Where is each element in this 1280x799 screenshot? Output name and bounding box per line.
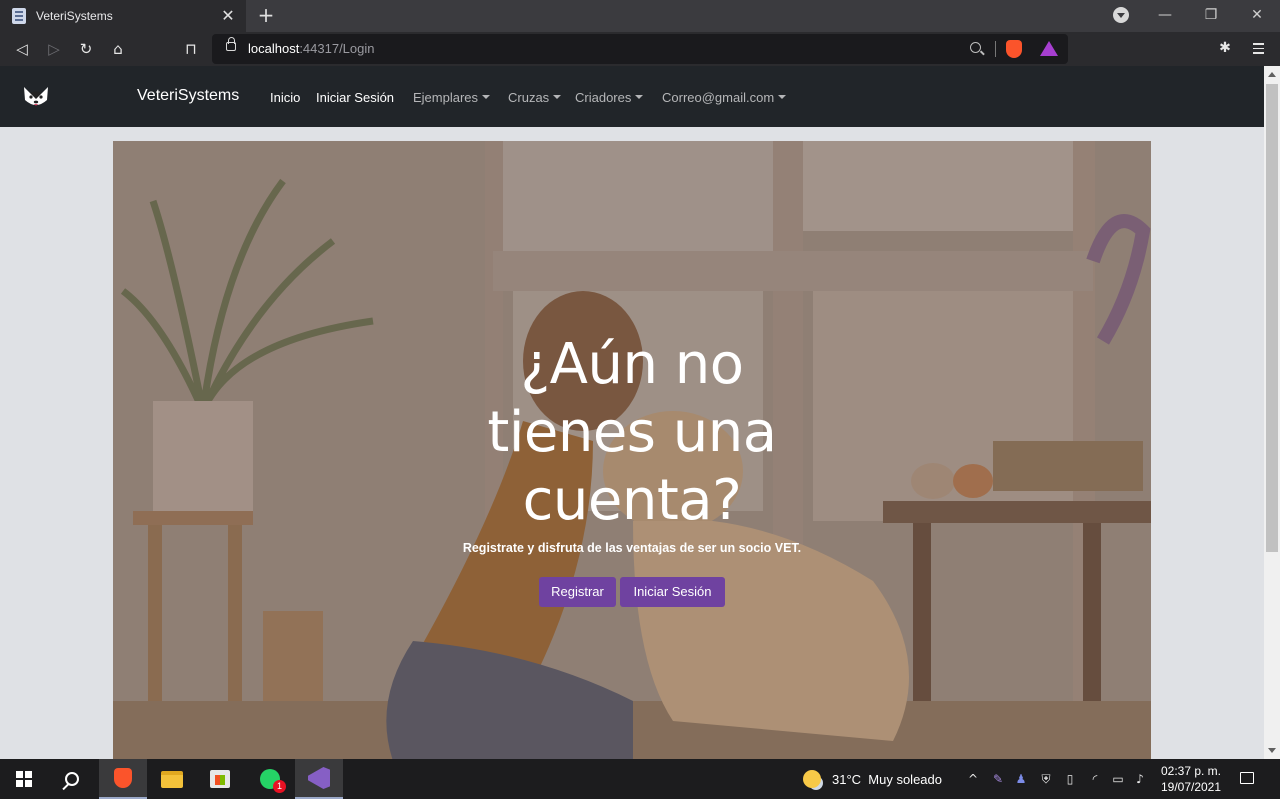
caret-down-icon: [635, 95, 644, 99]
windows-taskbar: 1 31°C Muy soleado ^ ✎ ♟ ⛨ ▯ ◜ ▭ ♪ 02:37…: [0, 759, 1280, 799]
scroll-down-icon[interactable]: [1268, 748, 1276, 753]
nav-criadores-label: Criadores: [575, 90, 632, 105]
teams-icon[interactable]: ♟: [1013, 771, 1029, 787]
battery-icon[interactable]: ▭: [1110, 771, 1126, 787]
url-text[interactable]: localhost:44317/Login: [248, 41, 375, 56]
nav-inicio[interactable]: Inicio: [270, 90, 300, 105]
page-scrollbar[interactable]: [1264, 66, 1280, 759]
close-tab-icon[interactable]: ✕: [218, 6, 238, 26]
caret-down-icon: [482, 95, 491, 99]
site-navbar: VeteriSystems Inicio Iniciar Sesión Ejem…: [0, 66, 1264, 127]
url-path: :44317/Login: [299, 41, 375, 56]
feather-icon[interactable]: ✎: [990, 771, 1006, 787]
search-icon: [65, 772, 79, 786]
chevron-up-icon[interactable]: ^: [965, 771, 981, 787]
scroll-thumb[interactable]: [1266, 84, 1278, 552]
start-button[interactable]: [0, 759, 48, 799]
taskbar-search-button[interactable]: [48, 759, 96, 799]
weather-temp: 31°C: [832, 772, 862, 787]
clock-date: 19/07/2021: [1160, 780, 1222, 794]
taskbar-visual-studio[interactable]: [295, 759, 343, 799]
reload-icon[interactable]: ↻: [74, 37, 98, 61]
caret-down-icon: [553, 95, 562, 99]
bookmark-icon[interactable]: ⊓: [179, 37, 203, 61]
nav-cruzas-label: Cruzas: [508, 90, 550, 105]
brand-link[interactable]: VeteriSystems: [137, 87, 239, 105]
nav-cruzas-dropdown[interactable]: Cruzas: [508, 90, 562, 105]
brave-browser-icon: [114, 768, 132, 788]
url-host: localhost: [248, 41, 300, 56]
hero-title: ¿Aún no tienes una cuenta?: [487, 332, 777, 533]
taskbar-store[interactable]: [196, 759, 244, 799]
weather-desc: Muy soleado: [868, 772, 942, 787]
hero-content: ¿Aún no tienes una cuenta? Registrate y …: [113, 141, 1151, 759]
browser-tabbar: VeteriSystems ✕ + — ❐ ✕: [0, 0, 1280, 32]
address-bar[interactable]: localhost:44317/Login: [212, 34, 1068, 64]
nav-user-dropdown[interactable]: Correo@gmail.com: [662, 90, 787, 105]
forward-icon[interactable]: ▷: [42, 37, 66, 61]
nav-ejemplares-label: Ejemplares: [413, 90, 479, 105]
browser-toolbar: ◁ ▷ ↻ ⌂ ⊓ localhost:44317/Login ✱: [0, 32, 1280, 66]
extensions-icon[interactable]: ✱: [1217, 40, 1233, 56]
weather-sun-icon[interactable]: [803, 770, 821, 788]
register-button[interactable]: Registrar: [539, 577, 616, 607]
restore-window-button[interactable]: ❐: [1188, 0, 1234, 32]
nav-iniciar-sesion[interactable]: Iniciar Sesión: [316, 90, 394, 105]
hero-banner: ¿Aún no tienes una cuenta? Registrate y …: [113, 141, 1151, 759]
store-icon: [210, 770, 230, 788]
volume-icon[interactable]: ♪: [1132, 771, 1148, 787]
close-window-button[interactable]: ✕: [1234, 0, 1280, 32]
taskbar-whatsapp[interactable]: 1: [246, 759, 294, 799]
nav-criadores-dropdown[interactable]: Criadores: [575, 90, 644, 105]
page-viewport: VeteriSystems Inicio Iniciar Sesión Ejem…: [0, 66, 1264, 759]
notifications-icon[interactable]: [1240, 772, 1254, 784]
visual-studio-icon: [308, 767, 330, 789]
usb-device-icon[interactable]: ▯: [1062, 771, 1078, 787]
clock-time: 02:37 p. m.: [1160, 764, 1222, 778]
taskbar-file-explorer[interactable]: [148, 759, 196, 799]
hero-subtitle: Registrate y disfruta de las ventajas de…: [462, 541, 802, 555]
security-shield-icon[interactable]: ⛨: [1038, 771, 1054, 787]
folder-icon: [161, 770, 183, 788]
tab-search-icon[interactable]: [1113, 7, 1129, 23]
brave-rewards-icon[interactable]: [1040, 41, 1058, 56]
system-clock[interactable]: 02:37 p. m. 19/07/2021: [1158, 763, 1224, 795]
brave-shields-icon[interactable]: [1006, 40, 1022, 58]
husky-logo-icon[interactable]: [21, 84, 51, 108]
back-icon[interactable]: ◁: [10, 37, 34, 61]
zoom-icon[interactable]: [970, 42, 981, 53]
windows-logo-icon: [16, 771, 32, 787]
url-separator: [995, 41, 996, 57]
nav-user-email: Correo@gmail.com: [662, 90, 775, 105]
new-tab-button[interactable]: +: [254, 4, 278, 28]
caret-down-icon: [778, 95, 787, 99]
notification-badge: 1: [273, 780, 286, 793]
minimize-window-button[interactable]: —: [1142, 0, 1188, 32]
home-icon[interactable]: ⌂: [106, 37, 130, 61]
browser-tab[interactable]: VeteriSystems ✕: [0, 0, 246, 32]
browser-menu-icon[interactable]: [1250, 40, 1266, 56]
scroll-up-icon[interactable]: [1268, 72, 1276, 77]
login-button[interactable]: Iniciar Sesión: [620, 577, 725, 607]
weather-widget[interactable]: 31°C Muy soleado: [832, 772, 942, 787]
page-favicon-icon: [12, 8, 26, 24]
taskbar-brave[interactable]: [99, 759, 147, 799]
whatsapp-icon: 1: [260, 769, 286, 793]
lock-icon[interactable]: [226, 37, 236, 51]
wifi-icon[interactable]: ◜: [1087, 771, 1103, 787]
nav-ejemplares-dropdown[interactable]: Ejemplares: [413, 90, 491, 105]
tab-title: VeteriSystems: [36, 9, 113, 23]
